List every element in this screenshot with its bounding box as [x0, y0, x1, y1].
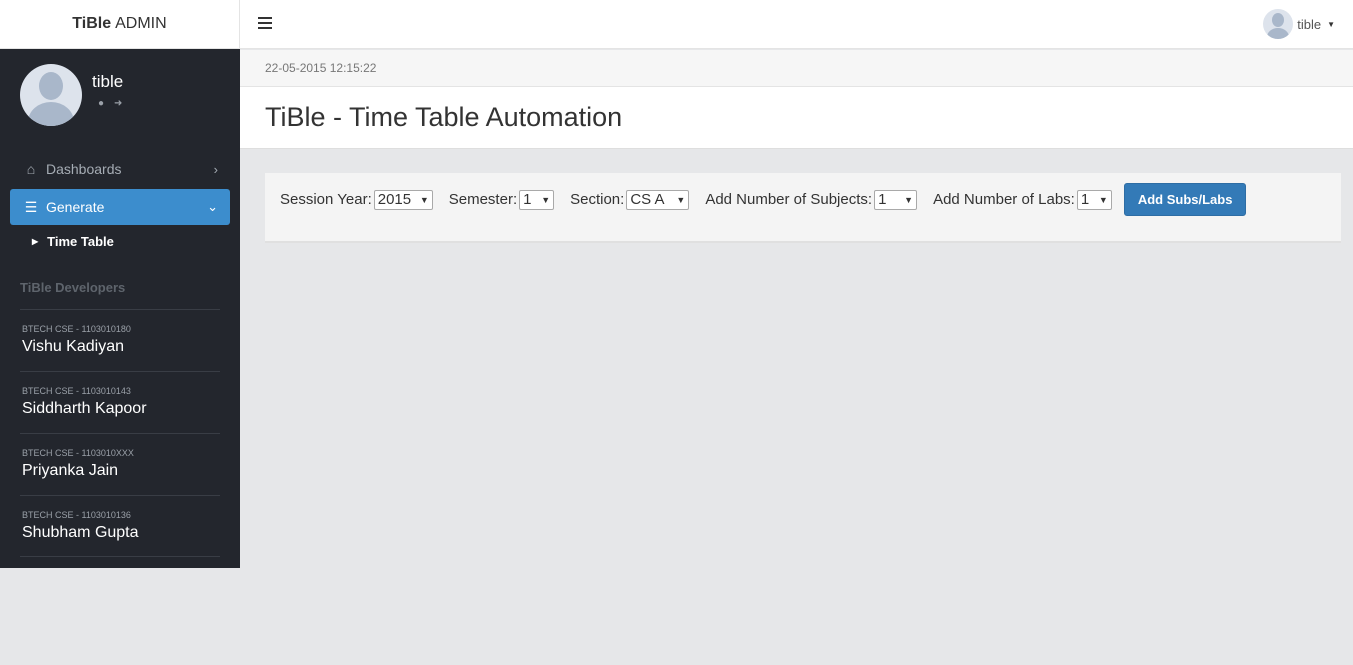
caret-down-icon: ▼	[1327, 19, 1335, 29]
developer-name: Siddharth Kapoor	[22, 400, 147, 417]
menu-toggle-icon[interactable]	[258, 17, 272, 29]
section-value: CS A	[630, 191, 665, 208]
datetime-bar: 22-05-2015 12:15:22	[240, 50, 1353, 87]
list-item: BTECH CSE - 1103010143 Siddharth Kapoor	[20, 371, 220, 433]
sidebar-item-label: Dashboards	[46, 161, 122, 177]
chevron-down-icon: ⌄	[207, 199, 218, 214]
sidebar-item-generate[interactable]: ☰ Generate ⌄	[10, 189, 230, 225]
dropdown-arrow-icon: ▼	[1098, 194, 1108, 205]
chevron-right-icon: ›	[213, 161, 218, 177]
avatar	[1263, 9, 1294, 39]
profile-name: tible	[92, 72, 124, 91]
list-item: BTECH CSE - 1103010180 Vishu Kadiyan	[20, 309, 220, 371]
table-icon: ☰	[24, 198, 38, 215]
logout-icon[interactable]: ➜	[114, 98, 122, 109]
labs-value: 1	[1080, 191, 1090, 208]
user-menu[interactable]: tible ▼	[1263, 9, 1335, 39]
avatar	[20, 64, 82, 126]
developer-name: Vishu Kadiyan	[22, 338, 124, 355]
dropdown-arrow-icon: ▼	[676, 194, 686, 205]
sidebar-item-label: Generate	[46, 199, 105, 215]
section-label: Section:	[570, 191, 625, 208]
semester-select[interactable]: 1 ▼	[519, 189, 555, 210]
subitem-label: Time Table	[47, 233, 114, 249]
dropdown-arrow-icon: ▼	[541, 194, 551, 205]
dropdown-arrow-icon: ▼	[904, 194, 914, 205]
developer-name: Shubham Gupta	[22, 524, 139, 541]
developers-title: TiBle Developers	[20, 280, 126, 295]
developer-name: Priyanka Jain	[22, 462, 119, 479]
section-select[interactable]: CS A ▼	[626, 189, 690, 210]
subjects-label: Add Number of Subjects:	[705, 191, 873, 208]
sidebar-profile: tible ● ➜	[20, 64, 123, 126]
user-menu-name: tible	[1297, 16, 1322, 32]
developer-id: BTECH CSE - 1103010143	[22, 386, 131, 396]
page-header: TiBle - Time Table Automation	[240, 87, 1353, 149]
session-year-label: Session Year:	[280, 191, 372, 208]
form-panel: Session Year: 2015 ▼ Semester: 1 ▼ Secti…	[265, 173, 1341, 243]
brand-bold: TiBle	[72, 15, 112, 32]
sidebar-item-dashboards[interactable]: ⌂ Dashboards ›	[10, 151, 230, 187]
caret-right-icon: ▶	[32, 236, 39, 246]
datetime: 22-05-2015 12:15:22	[265, 61, 377, 75]
subjects-value: 1	[878, 191, 887, 208]
developer-id: BTECH CSE - 1103010XXX	[22, 448, 134, 458]
sidebar: tible ● ➜ ⌂ Dashboards › ☰ Generate ⌄ ▶ …	[0, 49, 240, 568]
session-year-value: 2015	[377, 191, 412, 208]
generate-form: Session Year: 2015 ▼ Semester: 1 ▼ Secti…	[280, 183, 1247, 216]
labs-label: Add Number of Labs:	[933, 191, 1075, 208]
top-navbar: tible ▼	[240, 0, 1353, 49]
list-item: BTECH CSE - 1103010XXX Priyanka Jain	[20, 433, 220, 495]
list-item: BTECH CSE - 1103010136 Shubham Gupta	[20, 495, 220, 557]
developer-id: BTECH CSE - 1103010136	[22, 510, 131, 520]
subjects-select[interactable]: 1 ▼	[874, 189, 918, 210]
session-year-select[interactable]: 2015 ▼	[373, 189, 433, 210]
add-subs-labs-button[interactable]: Add Subs/Labs	[1123, 183, 1247, 216]
brand-logo[interactable]: TiBle ADMIN	[0, 0, 240, 49]
sidebar-nav: ⌂ Dashboards › ☰ Generate ⌄ ▶ Time Table	[10, 151, 230, 257]
labs-select[interactable]: 1 ▼	[1076, 189, 1112, 210]
dropdown-arrow-icon: ▼	[419, 194, 429, 205]
developers-list: BTECH CSE - 1103010180 Vishu Kadiyan BTE…	[20, 309, 220, 557]
developer-id: BTECH CSE - 1103010180	[22, 324, 131, 334]
home-icon: ⌂	[26, 161, 36, 177]
sidebar-subitem-time-table[interactable]: ▶ Time Table	[10, 225, 230, 257]
brand-light: ADMIN	[115, 15, 167, 32]
page-title: TiBle - Time Table Automation	[265, 102, 623, 132]
semester-label: Semester:	[448, 191, 518, 208]
user-icon[interactable]: ●	[98, 98, 104, 109]
semester-value: 1	[523, 191, 532, 208]
